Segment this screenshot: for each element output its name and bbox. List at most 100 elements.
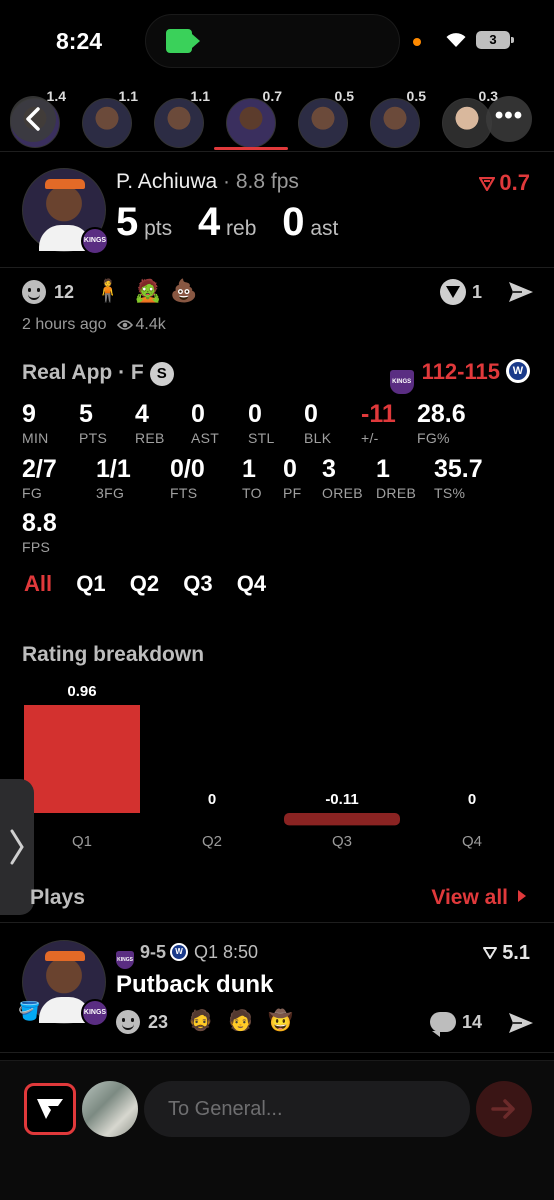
tab-q2[interactable]: Q2 xyxy=(130,571,159,597)
reactions-row: 12 🧍 🧟 💩 1 xyxy=(22,278,534,308)
share-icon[interactable] xyxy=(508,1011,534,1035)
stat-fts: 0/0 FTS xyxy=(170,455,205,501)
stat-value: 28.6 xyxy=(417,400,466,428)
stat-label: FTS xyxy=(170,485,198,501)
more-icon[interactable]: ••• xyxy=(486,96,532,142)
play-reaction-count: 23 xyxy=(148,1012,169,1032)
category-label-q4: Q4 xyxy=(462,833,482,850)
strip-player-avatar xyxy=(442,98,492,148)
strip-player-6[interactable]: 0.5 xyxy=(370,88,426,148)
stat-to: 1 TO xyxy=(242,455,262,501)
dynamic-island xyxy=(145,14,400,68)
reaction-emoji-3: 🤠 xyxy=(268,1010,293,1032)
reaction-emoji-3: 💩 xyxy=(170,278,198,303)
arrow-right-icon xyxy=(491,1099,515,1119)
stat-label: FG% xyxy=(417,430,450,446)
comment-icon[interactable] xyxy=(430,1012,456,1037)
tab-q3[interactable]: Q3 xyxy=(183,571,212,597)
reaction-count: 12 xyxy=(54,282,75,302)
comment-count: 14 xyxy=(462,1012,483,1032)
score-separator: - xyxy=(457,359,465,384)
post-meta: 2 hours ago 4.4k xyxy=(22,316,166,334)
play-title: Putback dunk xyxy=(116,971,274,998)
rating-breakdown-title: Rating breakdown xyxy=(22,643,205,666)
stat-value: 0 xyxy=(191,400,205,428)
strip-player-avatar xyxy=(226,98,276,148)
value-label-q4: 0 xyxy=(468,791,476,808)
stat-value: 0/0 xyxy=(170,455,205,483)
reaction-emoji-2: 🧟 xyxy=(134,278,162,303)
stat-value: 0 xyxy=(283,455,297,483)
strip-player-rating: 1.1 xyxy=(118,88,138,104)
player-avatar[interactable]: KINGS xyxy=(22,168,109,255)
stat-value: -11 xyxy=(361,400,396,428)
stat-label: 3FG xyxy=(96,485,125,501)
share-icon[interactable] xyxy=(508,280,534,304)
stat-value: 1/1 xyxy=(96,455,131,483)
composer-bar xyxy=(0,1060,554,1200)
tab-all[interactable]: All xyxy=(24,571,52,597)
user-avatar[interactable] xyxy=(82,1081,138,1137)
strip-player-3[interactable]: 1.1 xyxy=(154,88,210,148)
view-all-link[interactable]: View all xyxy=(431,886,526,910)
smiley-icon[interactable] xyxy=(116,1010,140,1034)
stat-label: TS% xyxy=(434,485,466,501)
stat-label: FG xyxy=(22,485,43,501)
reb-label: reb xyxy=(226,217,257,240)
rating-breakdown-chart: 0.96 Q1 0 Q2 -0.11 Q3 0 Q4 xyxy=(24,683,482,850)
category-label-q2: Q2 xyxy=(202,833,222,850)
stat-value: 3 xyxy=(322,455,336,483)
tab-q4[interactable]: Q4 xyxy=(237,571,266,597)
stat-label: MIN xyxy=(22,430,49,446)
stat-stl: 0 STL xyxy=(248,400,275,446)
stat-reb: 4 REB xyxy=(135,400,165,446)
send-button[interactable] xyxy=(476,1081,532,1137)
game-score[interactable]: KINGS 112-115 xyxy=(389,359,530,394)
strip-player-rating: 0.7 xyxy=(262,88,282,104)
strip-player-5[interactable]: 0.5 xyxy=(298,88,354,148)
plays-title: Plays xyxy=(30,886,85,909)
stat-value: 0 xyxy=(304,400,318,428)
back-button[interactable] xyxy=(10,96,56,142)
side-drawer-handle[interactable] xyxy=(0,779,34,915)
wifi-icon xyxy=(446,33,466,47)
value-label-q3: -0.11 xyxy=(325,791,358,808)
player-name[interactable]: P. Achiuwa xyxy=(116,170,217,193)
tab-q1[interactable]: Q1 xyxy=(76,571,105,597)
reaction-emoji-1: 🧍 xyxy=(94,278,122,303)
kings-logo-icon: KINGS xyxy=(389,370,414,394)
stat-dreb: 1 DREB xyxy=(376,455,416,501)
stat-value: 4 xyxy=(135,400,149,428)
app-menu-button[interactable] xyxy=(24,1083,76,1135)
message-input[interactable] xyxy=(144,1081,470,1137)
strip-player-2[interactable]: 1.1 xyxy=(82,88,138,148)
value-label-q2: 0 xyxy=(208,791,216,808)
stat-oreb: 3 OREB xyxy=(322,455,363,501)
player-summary-stats: 5 pts 4 reb 0 ast xyxy=(116,200,358,245)
source-badge: S xyxy=(149,362,174,386)
privacy-indicator-dot xyxy=(413,38,421,46)
stat-value: 1 xyxy=(376,455,390,483)
vote-icon[interactable] xyxy=(440,279,466,305)
play-item[interactable]: KINGS 🪣 KINGS 9-5 Q1 8:50 5.1 Putback dunk… xyxy=(0,923,554,1053)
player-header: KINGS P. Achiuwa · 8.8 fps 5 pts 4 reb 0… xyxy=(0,153,554,268)
stat-value: 2/7 xyxy=(22,455,57,483)
camera-icon xyxy=(166,29,200,53)
smiley-icon[interactable] xyxy=(22,280,46,304)
stat-fg: 2/7 FG xyxy=(22,455,57,501)
stat-label: PF xyxy=(283,485,302,501)
bar-q3 xyxy=(284,813,400,826)
strip-player-rating: 0.5 xyxy=(334,88,354,104)
strip-player-4[interactable]: 0.7 xyxy=(226,88,282,148)
stat-ast: 0 AST xyxy=(191,400,219,446)
player-rating: 0.7 xyxy=(479,170,530,196)
time-ago: 2 hours ago xyxy=(22,316,107,333)
player-fps: · 8.8 fps xyxy=(217,170,299,193)
player-strip[interactable]: 1.4 1.1 1.1 0.7 0.5 0.5 0.3 ••• xyxy=(0,80,554,152)
reb-value: 4 xyxy=(197,200,221,244)
play-clock: Q1 8:50 xyxy=(194,942,259,962)
play-reactions: 23 🧔 🧑 🤠 14 xyxy=(116,1009,534,1037)
stat-label: PTS xyxy=(79,430,108,446)
stat-label: AST xyxy=(191,430,220,446)
stat-value: 5 xyxy=(79,400,93,428)
